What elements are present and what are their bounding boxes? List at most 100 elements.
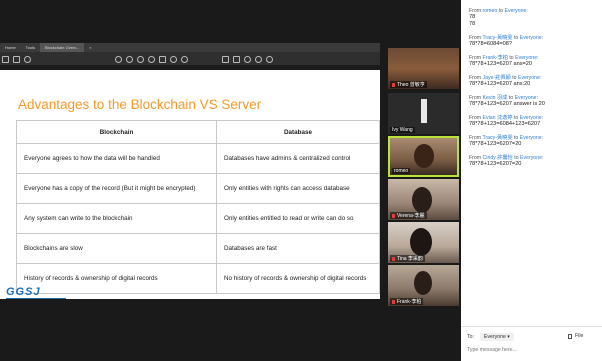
save-icon[interactable]	[2, 55, 9, 63]
message-body: 78	[469, 21, 476, 27]
participant-name: Verena-李麗	[390, 212, 427, 219]
hand-icon[interactable]	[170, 55, 177, 63]
muted-mic-icon	[392, 256, 395, 261]
table-header-row: Blockchain Database	[16, 120, 380, 144]
participant-name: Frank-李柏	[390, 298, 424, 305]
column-header-database: Database	[216, 120, 380, 144]
pdf-viewer-toolbar: Home Tools Blockchain Overv... ×	[0, 43, 380, 65]
company-logo: GGSJ	[6, 286, 66, 299]
recipient-name: Everyone	[519, 135, 542, 141]
participant-tile[interactable]: Theo 曾敏亨	[388, 48, 459, 89]
chat-message: From Tracy-黃曉雯 to Everyone: 78*78=6084=0…	[469, 34, 599, 48]
chat-composer: To: Everyone ▾ File	[461, 326, 602, 361]
message-body: 78*78=6084=08?	[469, 41, 512, 47]
table-cell: Everyone has a copy of the record (But i…	[16, 173, 217, 204]
table-cell: Only entities entitled to read or write …	[216, 203, 380, 234]
table-row: Any system can write to the blockchain O…	[16, 203, 380, 234]
table-row: History of records & ownership of digita…	[16, 263, 380, 294]
participant-tile-active-speaker[interactable]: romeo	[388, 136, 459, 177]
chat-message: From Evian 沈逸婷 to Everyone: 78*78+123=60…	[469, 114, 599, 128]
participant-name: romeo	[392, 168, 411, 174]
recipient-name: Everyone	[519, 35, 542, 41]
chevron-down-icon: ▾	[507, 334, 510, 340]
participant-name: Tina 李采韵	[390, 255, 425, 262]
file-button[interactable]: File	[568, 333, 583, 339]
highlight-icon[interactable]	[233, 55, 240, 63]
muted-mic-icon	[392, 299, 395, 304]
tab-home[interactable]: Home	[0, 45, 21, 50]
comparison-table: Blockchain Database Everyone agrees to h…	[16, 120, 380, 294]
viewer-tab-bar: Home Tools Blockchain Overv... ×	[0, 43, 380, 52]
participant-video	[414, 144, 434, 168]
message-body: 78*78+123=6207=20	[469, 161, 522, 167]
recipient-name: Everyone	[504, 8, 527, 14]
draw-icon[interactable]	[244, 55, 251, 63]
chat-message-input[interactable]	[467, 347, 595, 353]
participant-video	[414, 271, 432, 295]
participant-tile[interactable]: Tina 李采韵	[388, 222, 459, 263]
table-cell: Any system can write to the blockchain	[16, 203, 217, 234]
message-header: From Frank-李柏 to Everyone:	[469, 55, 539, 61]
participant-video	[412, 187, 432, 213]
message-header: From Jaye-莊佩穎 to Everyone:	[469, 75, 542, 81]
table-cell: Databases have admins & centralized cont…	[216, 143, 380, 174]
table-cell: History of records & ownership of digita…	[16, 263, 217, 294]
message-header: From Kevin 羽成 to Everyone:	[469, 95, 538, 101]
message-body: 78*78+123=6084+123=6207	[469, 121, 541, 127]
table-row: Everyone agrees to how the data will be …	[16, 143, 380, 174]
comment-icon[interactable]	[222, 55, 229, 63]
participant-tile[interactable]: Ivy Wang	[388, 93, 459, 134]
undo-icon[interactable]	[266, 55, 273, 63]
participant-video-strip: Theo 曾敏亨 Ivy Wang romeo Verena-李麗 Tina 李…	[384, 48, 461, 308]
table-cell: No history of records & ownership of dig…	[216, 263, 380, 294]
chat-message: From Cindy 許馨怡 to Everyone: 78*78+123=62…	[469, 154, 599, 168]
sender-name: romeo	[482, 8, 498, 14]
viewer-icon-row	[0, 53, 380, 65]
message-header: From Evian 沈逸婷 to Everyone:	[469, 115, 544, 121]
table-cell: Only entities with rights can access dat…	[216, 173, 380, 204]
muted-mic-icon	[392, 213, 395, 218]
table-cell: Databases are fast	[216, 233, 380, 264]
tab-tools[interactable]: Tools	[21, 45, 40, 50]
chat-panel: From romeo to Everyone: 78 78 From Tracy…	[461, 0, 602, 361]
muted-mic-icon	[392, 82, 395, 87]
message-body: 78*78+123=6207=20	[469, 141, 522, 147]
search-icon[interactable]	[24, 55, 31, 63]
page-down-icon[interactable]	[126, 55, 133, 63]
zoom-in-icon[interactable]	[148, 55, 155, 63]
recipient-row: To: Everyone ▾	[467, 333, 514, 341]
participant-name: Theo 曾敏亨	[390, 81, 427, 88]
slide-title: Advantages to the Blockchain VS Server	[18, 97, 262, 112]
chat-message: From Jaye-莊佩穎 to Everyone: 78*78+123=620…	[469, 74, 599, 88]
table-row: Blockchains are slow Databases are fast	[16, 233, 380, 264]
message-body: 78*78+123=6207 ans=20	[469, 61, 532, 67]
participant-name: Ivy Wang	[390, 127, 415, 133]
fit-page-icon[interactable]	[181, 55, 188, 63]
select-icon[interactable]	[159, 55, 166, 63]
chat-message-list: From romeo to Everyone: 78 78 From Tracy…	[469, 8, 599, 174]
message-body: 78*78+123=6207 ans:20	[469, 81, 531, 87]
file-icon	[568, 333, 572, 339]
page-up-icon[interactable]	[115, 55, 122, 63]
chat-message: From Frank-李柏 to Everyone: 78*78+123=620…	[469, 54, 599, 68]
message-header: From Cindy 許馨怡 to Everyone:	[469, 155, 544, 161]
recipient-dropdown[interactable]: Everyone ▾	[479, 333, 514, 341]
table-row: Everyone has a copy of the record (But i…	[16, 173, 380, 204]
tab-document[interactable]: Blockchain Overv...	[40, 43, 85, 52]
message-header: From Tracy-黃曉雯 to Everyone:	[469, 35, 544, 41]
participant-tile[interactable]: Verena-李麗	[388, 179, 459, 220]
zoom-meeting-window: Home Tools Blockchain Overv... × Advanta…	[0, 0, 602, 361]
chat-message: From romeo to Everyone: 78 78	[469, 8, 599, 28]
message-body: 78*78+123=6207 answer is 20	[469, 101, 545, 107]
sign-icon[interactable]	[255, 55, 262, 63]
participant-tile[interactable]: Frank-李柏	[388, 265, 459, 306]
column-header-blockchain: Blockchain	[16, 120, 217, 144]
print-icon[interactable]	[13, 55, 20, 63]
tab-close-icon[interactable]: ×	[84, 45, 96, 50]
shared-screen-area: Home Tools Blockchain Overv... × Advanta…	[0, 0, 384, 361]
table-cell: Blockchains are slow	[16, 233, 217, 264]
zoom-out-icon[interactable]	[137, 55, 144, 63]
camera-placeholder	[421, 99, 427, 123]
file-label: File	[575, 333, 584, 339]
to-label: To:	[467, 334, 474, 340]
